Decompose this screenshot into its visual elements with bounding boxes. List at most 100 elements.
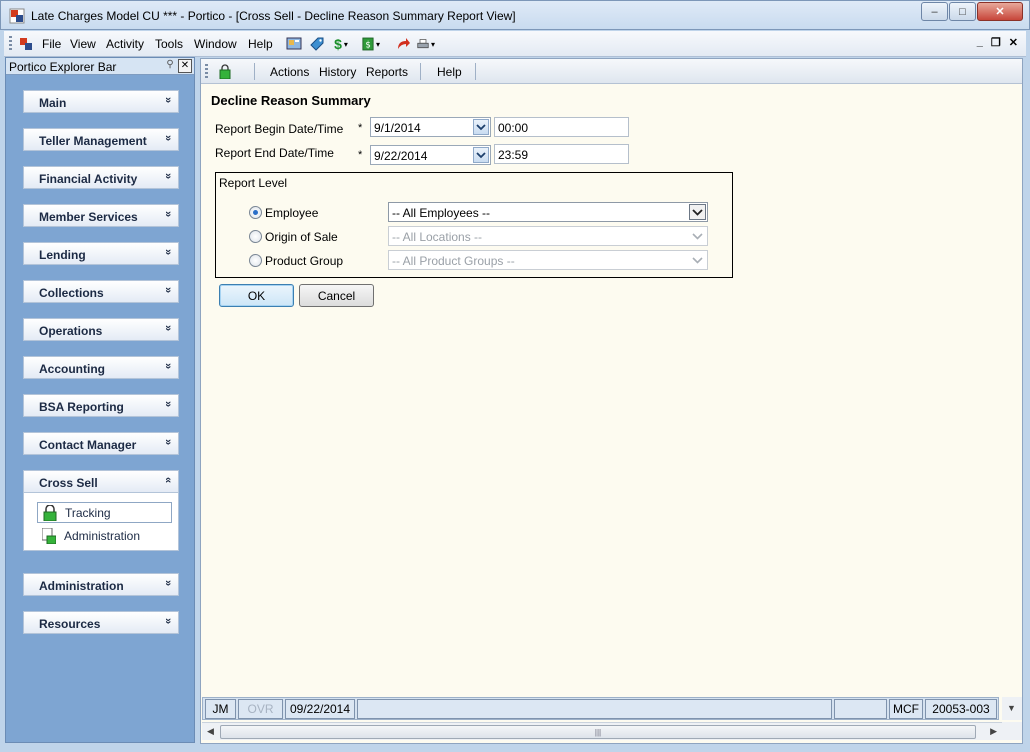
cross-sell-item-administration[interactable]: Administration (37, 525, 172, 546)
group-label: Lending (39, 248, 86, 262)
printer-icon[interactable]: ▾ (417, 35, 435, 53)
toolbar-help[interactable]: Help (437, 65, 462, 79)
group-label: Resources (39, 617, 101, 631)
status-date: 09/22/2014 (285, 699, 355, 719)
chevron-down-icon: » (161, 286, 174, 294)
employee-select[interactable]: -- All Employees -- (388, 202, 708, 222)
toolbar-actions[interactable]: Actions (270, 65, 309, 79)
chevron-down-icon: » (161, 210, 174, 218)
menu-help[interactable]: Help (248, 37, 273, 51)
required-marker: * (358, 149, 363, 161)
page-title: Decline Reason Summary (211, 93, 371, 108)
begin-date-value: 9/1/2014 (374, 121, 421, 135)
chevron-down-icon: » (161, 96, 174, 104)
toolbar-reports[interactable]: Reports (366, 65, 408, 79)
origin-of-sale-label[interactable]: Origin of Sale (265, 230, 338, 244)
title-bar: Late Charges Model CU *** - Portico - [C… (0, 0, 1030, 30)
money-icon[interactable]: $ ▾ (332, 35, 350, 53)
explorer-group-teller-management[interactable]: Teller Management » (23, 128, 179, 151)
horizontal-scroll-thumb[interactable]: ||| (220, 725, 976, 739)
explorer-group-member-services[interactable]: Member Services » (23, 204, 179, 227)
group-label: Cross Sell (39, 476, 98, 490)
administration-lock-icon (42, 527, 56, 544)
chevron-down-icon[interactable] (689, 204, 706, 220)
end-date-value: 9/22/2014 (374, 149, 428, 163)
explorer-group-financial-activity[interactable]: Financial Activity » (23, 166, 179, 189)
menu-file[interactable]: File (42, 37, 61, 51)
chevron-down-icon: » (161, 324, 174, 332)
chevron-down-icon (689, 252, 706, 268)
explorer-group-lending[interactable]: Lending » (23, 242, 179, 265)
chevron-down-icon: » (161, 617, 174, 625)
group-label: Main (39, 96, 67, 110)
explorer-header: Portico Explorer Bar ⚲ ✕ (6, 58, 194, 75)
maximize-button[interactable]: □ (949, 2, 976, 21)
menu-view[interactable]: View (70, 37, 96, 51)
pin-icon[interactable]: ⚲ (163, 59, 177, 73)
menu-window[interactable]: Window (194, 37, 237, 51)
begin-time-value: 00:00 (498, 121, 529, 135)
toolbar-history[interactable]: History (319, 65, 356, 79)
menu-activity[interactable]: Activity (106, 37, 144, 51)
origin-of-sale-radio[interactable] (249, 230, 262, 243)
tag-icon[interactable] (308, 35, 326, 53)
redo-arrow-icon[interactable] (394, 35, 412, 53)
vertical-scrollbar[interactable]: ▼ (1002, 697, 1022, 720)
cross-sell-item-tracking[interactable]: Tracking (37, 502, 172, 523)
toolbar-grip[interactable] (205, 64, 208, 79)
scroll-down-icon[interactable]: ▼ (1007, 703, 1016, 713)
status-code: 20053-003 (925, 699, 997, 719)
chevron-down-icon[interactable] (473, 119, 489, 135)
explorer-group-operations[interactable]: Operations » (23, 318, 179, 341)
scroll-left-icon[interactable]: ◀ (207, 726, 214, 737)
member-lookup-icon[interactable] (285, 35, 303, 53)
explorer-group-contact-manager[interactable]: Contact Manager » (23, 432, 179, 455)
group-label: Administration (39, 579, 124, 593)
end-time-input[interactable]: 23:59 (494, 144, 629, 164)
window-controls: – □ ✕ (921, 2, 1023, 21)
mdi-close-button[interactable]: ✕ (1009, 36, 1018, 49)
cancel-button[interactable]: Cancel (299, 284, 374, 307)
product-group-select: -- All Product Groups -- (388, 250, 708, 270)
employee-label[interactable]: Employee (265, 206, 318, 220)
begin-date-picker[interactable]: 9/1/2014 (370, 117, 491, 137)
explorer-group-collections[interactable]: Collections » (23, 280, 179, 303)
employee-radio[interactable] (249, 206, 262, 219)
explorer-group-cross-sell[interactable]: Cross Sell « (23, 470, 179, 493)
explorer-group-resources[interactable]: Resources » (23, 611, 179, 634)
cash-drawer-icon[interactable]: $ ▾ (362, 35, 380, 53)
chevron-up-icon: « (161, 476, 174, 484)
begin-time-input[interactable]: 00:00 (494, 117, 629, 137)
end-date-picker[interactable]: 9/22/2014 (370, 145, 491, 165)
product-group-label[interactable]: Product Group (265, 254, 343, 268)
explorer-title: Portico Explorer Bar (9, 60, 117, 74)
product-group-radio[interactable] (249, 254, 262, 267)
explorer-group-administration[interactable]: Administration » (23, 573, 179, 596)
close-button[interactable]: ✕ (977, 2, 1023, 21)
status-ovr: OVR (238, 699, 283, 719)
scroll-right-icon[interactable]: ▶ (990, 726, 997, 737)
explorer-close-icon[interactable]: ✕ (178, 59, 192, 73)
svg-text:$: $ (365, 40, 370, 50)
chevron-down-icon: » (161, 362, 174, 370)
chevron-down-icon: » (161, 579, 174, 587)
lock-icon[interactable] (219, 64, 231, 79)
mdi-restore-button[interactable]: ❐ (991, 36, 1001, 49)
ok-button[interactable]: OK (219, 284, 294, 307)
menu-tools[interactable]: Tools (155, 37, 183, 51)
minimize-button[interactable]: – (921, 2, 948, 21)
toolbar-separator (254, 63, 255, 80)
explorer-group-main[interactable]: Main » (23, 90, 179, 113)
mdi-minimize-button[interactable]: _ (977, 36, 983, 49)
horizontal-scrollbar[interactable]: ◀ ||| ▶ (202, 722, 1002, 740)
employee-select-value: -- All Employees -- (392, 206, 491, 220)
toolbar-grip[interactable] (9, 36, 12, 52)
status-message (357, 699, 832, 719)
group-label: Teller Management (39, 134, 147, 148)
chevron-down-icon[interactable] (473, 147, 489, 163)
begin-date-label: Report Begin Date/Time (215, 122, 344, 136)
end-date-label: Report End Date/Time (215, 146, 334, 160)
explorer-group-accounting[interactable]: Accounting » (23, 356, 179, 379)
explorer-group-bsa-reporting[interactable]: BSA Reporting » (23, 394, 179, 417)
group-label: Accounting (39, 362, 105, 376)
